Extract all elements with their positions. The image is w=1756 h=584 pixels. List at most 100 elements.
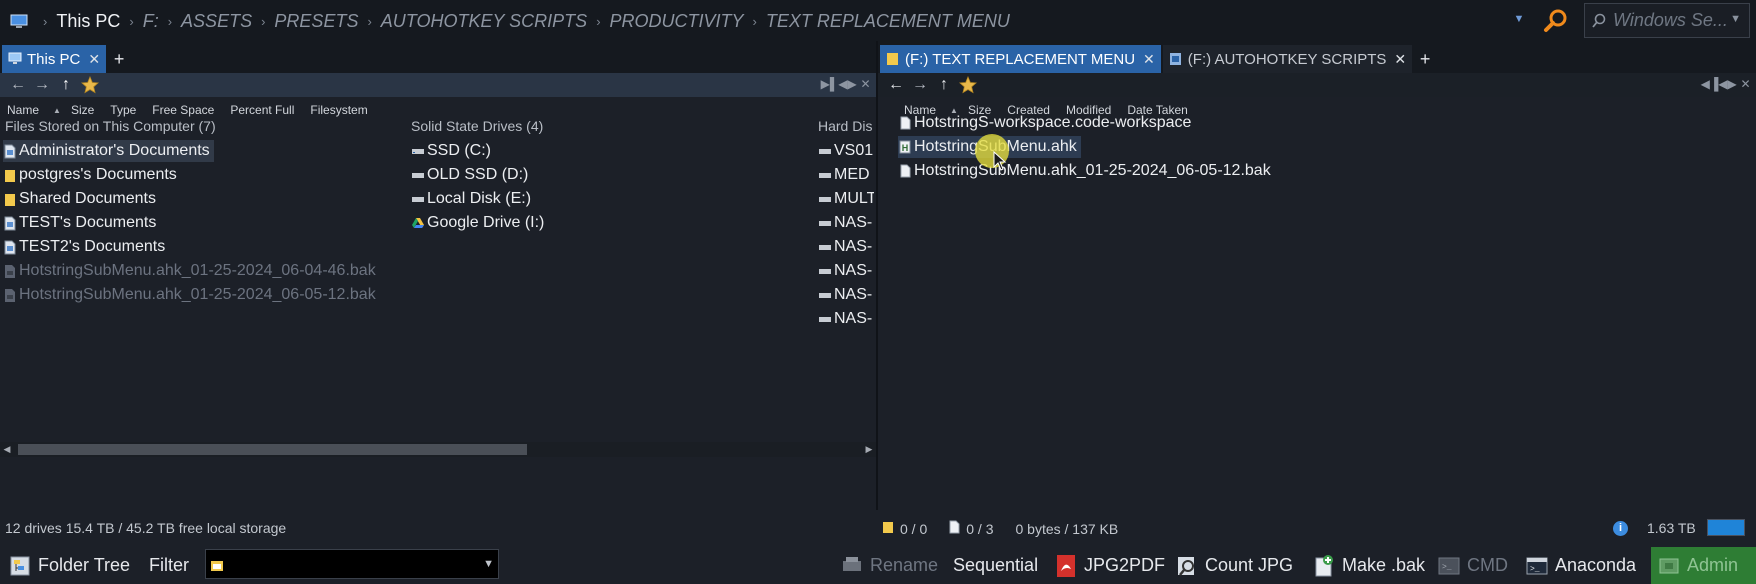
close-icon[interactable]: ✕ bbox=[1394, 51, 1406, 68]
list-item[interactable]: TEST2's Documents bbox=[3, 236, 165, 258]
tab-label: (F:) AUTOHOTKEY SCRIPTS bbox=[1187, 50, 1387, 68]
filter-input[interactable]: ▼ bbox=[205, 549, 499, 579]
chevron-down-icon[interactable]: ▼ bbox=[1730, 13, 1741, 25]
forward-arrow-icon[interactable]: → bbox=[30, 74, 54, 96]
favorites-star-icon[interactable] bbox=[78, 74, 102, 96]
close-pane-icon[interactable]: ✕ bbox=[1739, 76, 1752, 92]
close-icon[interactable]: ✕ bbox=[88, 51, 100, 68]
close-icon[interactable]: ✕ bbox=[1143, 51, 1155, 68]
column-size[interactable]: Size bbox=[71, 103, 94, 117]
file-icon bbox=[949, 520, 960, 537]
address-field[interactable]: › This PC › F: › ASSETS › PRESETS › AUTO… bbox=[0, 4, 1500, 38]
info-icon[interactable]: i bbox=[1613, 521, 1628, 536]
admin-button[interactable]: Admin bbox=[1651, 547, 1756, 584]
folder-tree-icon bbox=[8, 554, 32, 578]
anaconda-button[interactable]: >_ Anaconda bbox=[1525, 547, 1636, 584]
close-pane-icon[interactable]: ✕ bbox=[859, 76, 872, 92]
rename-button[interactable]: Rename bbox=[840, 547, 938, 584]
cmd-label: CMD bbox=[1467, 555, 1508, 575]
list-item[interactable]: postgres's Documents bbox=[3, 164, 177, 186]
chevron-down-icon[interactable]: ▼ bbox=[483, 558, 494, 570]
layout-toggle-icon[interactable]: ▶▌ bbox=[821, 76, 839, 92]
drive-item[interactable]: Local Disk (E:) bbox=[411, 188, 531, 210]
cmd-button[interactable]: >_ CMD bbox=[1437, 547, 1508, 584]
layout-toggle-icon[interactable]: ◀▐ bbox=[1701, 76, 1719, 92]
new-tab-button[interactable]: + bbox=[1414, 45, 1436, 73]
drive-icon bbox=[818, 143, 832, 159]
drive-item[interactable]: MULT bbox=[818, 188, 874, 210]
folder-tree-button[interactable]: Folder Tree bbox=[8, 547, 130, 584]
swap-panes-icon[interactable]: ◀▶ bbox=[838, 76, 856, 92]
hdd-list: VS01 MED MULT NAS- NAS- NAS- NAS- NAS- bbox=[816, 140, 874, 330]
drive-item[interactable]: SSD (C:) bbox=[411, 140, 491, 162]
drive-item[interactable]: NAS- bbox=[818, 284, 872, 306]
byte-count: 0 bytes / 137 KB bbox=[1015, 520, 1119, 537]
rename-icon bbox=[840, 554, 864, 578]
horizontal-scrollbar[interactable]: ◀ ▶ bbox=[0, 442, 876, 457]
search-icon bbox=[1544, 9, 1567, 32]
windows-search-input[interactable]: Windows Se... ▼ bbox=[1584, 3, 1750, 38]
column-percent-full[interactable]: Percent Full bbox=[230, 103, 294, 117]
make-bak-button[interactable]: Make .bak bbox=[1312, 547, 1425, 584]
breadcrumb-drive[interactable]: F: bbox=[143, 11, 159, 32]
folder-icon bbox=[3, 191, 17, 207]
scroll-right-icon[interactable]: ▶ bbox=[862, 442, 876, 457]
count-jpg-button[interactable]: Count JPG bbox=[1175, 547, 1293, 584]
breadcrumb-productivity[interactable]: PRODUCTIVITY bbox=[610, 11, 744, 32]
breadcrumb-presets[interactable]: PRESETS bbox=[274, 11, 358, 32]
drive-item[interactable]: Google Drive (I:) bbox=[411, 212, 544, 234]
item-label: NAS- bbox=[834, 214, 873, 231]
drive-item[interactable]: OLD SSD (D:) bbox=[411, 164, 528, 186]
drive-item[interactable]: NAS- bbox=[818, 260, 872, 282]
address-history-dropdown[interactable]: ▼ bbox=[1512, 13, 1526, 27]
document-folder-icon bbox=[3, 143, 17, 159]
svg-text:>_: >_ bbox=[1442, 563, 1452, 572]
file-row[interactable]: HotstringS-workspace.code-workspace bbox=[898, 112, 1191, 134]
item-label: MED bbox=[834, 166, 870, 183]
breadcrumb-text-replacement-menu[interactable]: TEXT REPLACEMENT MENU bbox=[766, 11, 1010, 32]
back-arrow-icon[interactable]: ← bbox=[884, 74, 908, 96]
scrollbar-thumb[interactable] bbox=[18, 444, 527, 455]
drive-item[interactable]: NAS- bbox=[818, 212, 872, 234]
tab-text-replacement-menu[interactable]: (F:) TEXT REPLACEMENT MENU ✕ bbox=[880, 45, 1161, 73]
list-item[interactable]: HotstringSubMenu.ahk_01-25-2024_06-05-12… bbox=[3, 284, 376, 306]
list-item[interactable]: TEST's Documents bbox=[3, 212, 156, 234]
up-arrow-icon[interactable]: ↑ bbox=[54, 74, 78, 96]
column-name[interactable]: Name bbox=[7, 103, 39, 117]
breadcrumb-separator: › bbox=[752, 13, 757, 29]
column-free-space[interactable]: Free Space bbox=[152, 103, 214, 117]
item-label: postgres's Documents bbox=[19, 166, 177, 183]
list-item[interactable]: HotstringSubMenu.ahk_01-25-2024_06-04-46… bbox=[3, 260, 376, 282]
breadcrumb-this-pc[interactable]: This PC bbox=[56, 11, 120, 32]
up-arrow-icon[interactable]: ↑ bbox=[932, 74, 956, 96]
scroll-left-icon[interactable]: ◀ bbox=[0, 442, 14, 457]
item-label: NAS- bbox=[834, 310, 873, 327]
drive-item[interactable]: NAS- bbox=[818, 236, 872, 258]
file-icon bbox=[898, 115, 912, 131]
drive-item[interactable]: VS01 bbox=[818, 140, 873, 162]
forward-arrow-icon[interactable]: → bbox=[908, 74, 932, 96]
swap-panes-icon[interactable]: ◀▶ bbox=[1718, 76, 1736, 92]
tab-this-pc[interactable]: This PC ✕ bbox=[2, 45, 107, 73]
google-drive-icon bbox=[411, 215, 425, 231]
item-label: OLD SSD (D:) bbox=[427, 166, 529, 183]
drive-item[interactable]: NAS- bbox=[818, 308, 872, 330]
breadcrumb-autohotkey-scripts[interactable]: AUTOHOTKEY SCRIPTS bbox=[381, 11, 587, 32]
address-bar: › This PC › F: › ASSETS › PRESETS › AUTO… bbox=[0, 0, 1756, 41]
column-filesystem[interactable]: Filesystem bbox=[310, 103, 367, 117]
mouse-pointer-icon bbox=[993, 151, 1007, 171]
back-arrow-icon[interactable]: ← bbox=[6, 74, 30, 96]
tab-autohotkey-scripts[interactable]: (F:) AUTOHOTKEY SCRIPTS ✕ bbox=[1162, 45, 1413, 73]
breadcrumb-assets[interactable]: ASSETS bbox=[181, 11, 252, 32]
list-item[interactable]: Shared Documents bbox=[3, 188, 156, 210]
jpg2pdf-button[interactable]: JPG2PDF bbox=[1054, 547, 1165, 584]
file-row[interactable]: HotstringSubMenu.ahk_01-25-2024_06-05-12… bbox=[898, 160, 1271, 182]
column-type[interactable]: Type bbox=[110, 103, 136, 117]
new-tab-button[interactable]: + bbox=[108, 45, 130, 73]
drive-icon bbox=[411, 167, 425, 183]
favorites-star-icon[interactable] bbox=[956, 74, 980, 96]
search-button[interactable] bbox=[1538, 4, 1574, 38]
list-item[interactable]: Administrator's Documents bbox=[3, 140, 214, 162]
sequential-button[interactable]: Sequential bbox=[953, 547, 1038, 584]
drive-item[interactable]: MED bbox=[818, 164, 870, 186]
